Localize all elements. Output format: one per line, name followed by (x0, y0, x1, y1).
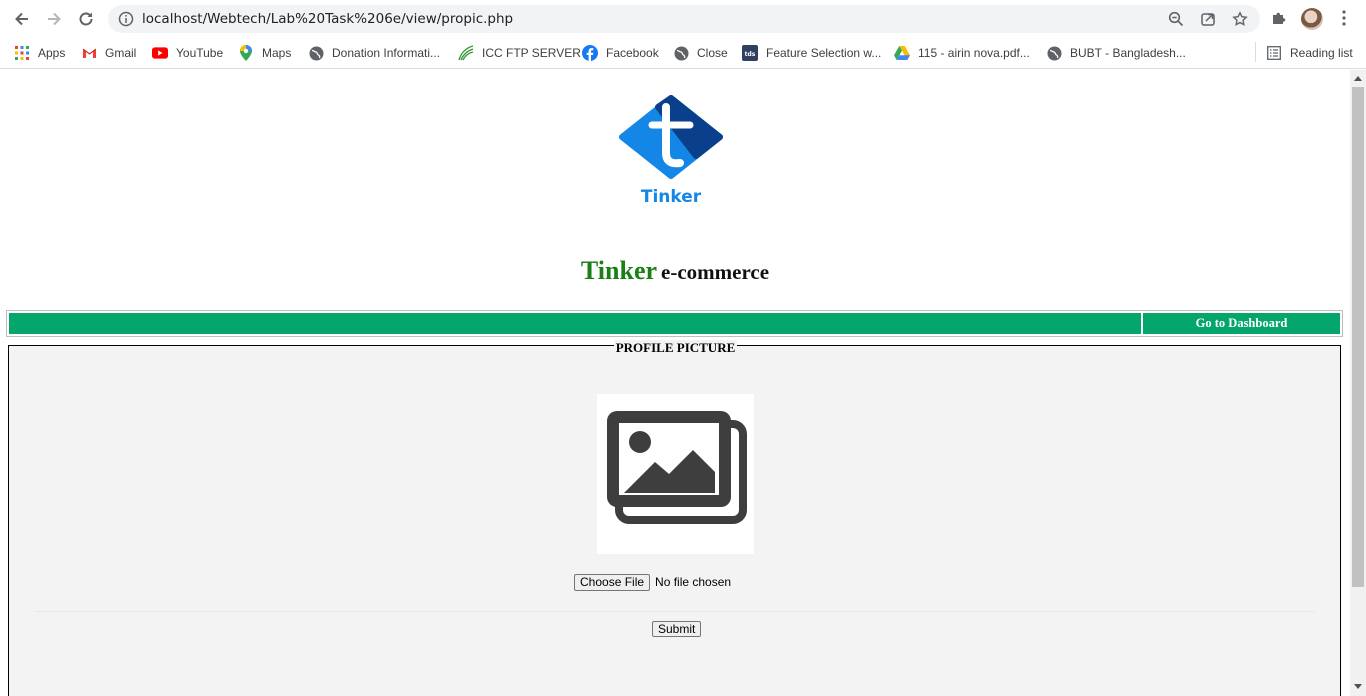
bookmark-feature-selection[interactable]: tds Feature Selection w... (742, 43, 881, 63)
nav-table: Go to Dashboard (6, 310, 1343, 337)
bookmark-bubt[interactable]: BUBT - Bangladesh... (1046, 43, 1186, 63)
reload-icon (79, 12, 93, 26)
share-icon[interactable] (1200, 11, 1216, 27)
globe-icon (308, 45, 324, 61)
bookmark-label: Donation Informati... (332, 46, 441, 60)
forward-button[interactable] (41, 6, 67, 32)
bookmark-gmail[interactable]: Gmail (81, 43, 136, 63)
reading-list-icon (1266, 45, 1282, 61)
image-placeholder-icon (607, 411, 747, 524)
bookmark-youtube[interactable]: YouTube (152, 43, 223, 63)
browser-toolbar: localhost/Webtech/Lab%20Task%206e/view/p… (0, 0, 1366, 37)
globe-icon (1046, 45, 1062, 61)
back-button[interactable] (9, 6, 35, 32)
scroll-up-arrow-icon[interactable] (1354, 76, 1362, 81)
choose-file-button[interactable]: Choose File (574, 573, 651, 591)
site-logo: Tinker (616, 95, 726, 210)
bookmark-label: YouTube (176, 46, 224, 60)
brand-title: Tinker (580, 256, 658, 285)
bookmark-label: BUBT - Bangladesh... (1070, 46, 1186, 60)
scroll-down-arrow-icon[interactable] (1354, 684, 1362, 689)
scrollbar-thumb[interactable] (1352, 87, 1364, 587)
tds-icon: tds (742, 45, 758, 61)
bookmark-maps[interactable]: Maps (238, 43, 291, 63)
bookmark-label: 115 - airin nova.pdf... (918, 46, 1030, 60)
bookmark-close[interactable]: Close (673, 43, 728, 63)
legend-text: PROFILE PICTURE (613, 340, 738, 355)
maps-icon (238, 45, 254, 61)
reading-list-button[interactable]: Reading list (1266, 43, 1353, 63)
puzzle-icon (1273, 12, 1286, 24)
menu-button[interactable] (1334, 8, 1354, 28)
profile-avatar[interactable] (1301, 8, 1323, 30)
horizontal-rule (35, 611, 1315, 612)
zoom-icon[interactable] (1168, 11, 1184, 27)
facebook-icon (582, 45, 598, 61)
arrow-left-icon (15, 12, 28, 26)
bookmarks-bar: Apps Gmail YouTube Maps Donation Informa… (0, 37, 1366, 69)
bookmark-label: Feature Selection w... (766, 46, 882, 60)
kebab-menu-icon (1342, 10, 1346, 26)
bookmark-airin-nova-pdf[interactable]: 115 - airin nova.pdf... (894, 43, 1030, 63)
bookmark-icc-ftp[interactable]: ICC FTP SERVER (458, 43, 581, 63)
nav-spacer-cell (9, 313, 1141, 334)
star-bookmark-icon[interactable] (1232, 11, 1248, 27)
profile-picture-placeholder (597, 394, 754, 554)
globe-icon (673, 45, 689, 61)
tds-badge-text: tds (745, 51, 756, 58)
bookmark-label: Apps (38, 46, 66, 60)
reading-list-label: Reading list (1290, 46, 1353, 60)
bookmark-apps[interactable]: Apps (14, 43, 65, 63)
file-status-text: No file chosen (655, 575, 732, 589)
go-to-dashboard-link[interactable]: Go to Dashboard (1143, 313, 1340, 334)
bookmark-label: Close (697, 46, 728, 60)
logo-text: Tinker (640, 187, 702, 207)
youtube-icon (152, 45, 168, 61)
page-viewport: Tinker Tinker e-commerce Go to Dashboard… (0, 70, 1350, 696)
address-bar[interactable]: localhost/Webtech/Lab%20Task%206e/view/p… (108, 5, 1260, 33)
bookmark-donation[interactable]: Donation Informati... (308, 43, 440, 63)
google-drive-icon (894, 45, 910, 61)
extensions-button[interactable] (1269, 8, 1289, 28)
vertical-scrollbar[interactable] (1350, 70, 1366, 696)
tinker-logo-icon (619, 95, 723, 179)
apps-grid-icon (14, 45, 30, 61)
info-icon[interactable] (118, 11, 134, 27)
icc-ftp-icon (458, 45, 474, 61)
gmail-icon (81, 45, 97, 61)
file-input[interactable]: Choose File No file chosen (574, 573, 731, 591)
url-text[interactable]: localhost/Webtech/Lab%20Task%206e/view/p… (142, 11, 513, 27)
brand-heading: Tinker e-commerce (0, 256, 1350, 286)
brand-subtitle: e-commerce (661, 260, 770, 284)
fieldset-legend: PROFILE PICTURE (9, 339, 1342, 357)
submit-button[interactable]: Submit (652, 621, 702, 637)
bookmark-label: Gmail (105, 46, 137, 60)
bookmark-label: Facebook (606, 46, 659, 60)
bookmarks-divider (1255, 42, 1256, 62)
bookmark-label: Maps (262, 46, 292, 60)
arrow-right-icon (48, 12, 61, 26)
profile-picture-fieldset: PROFILE PICTURE Choose File No file chos… (8, 340, 1341, 696)
bookmark-facebook[interactable]: Facebook (582, 43, 659, 63)
bookmark-label: ICC FTP SERVER (482, 46, 581, 60)
reload-button[interactable] (73, 6, 99, 32)
